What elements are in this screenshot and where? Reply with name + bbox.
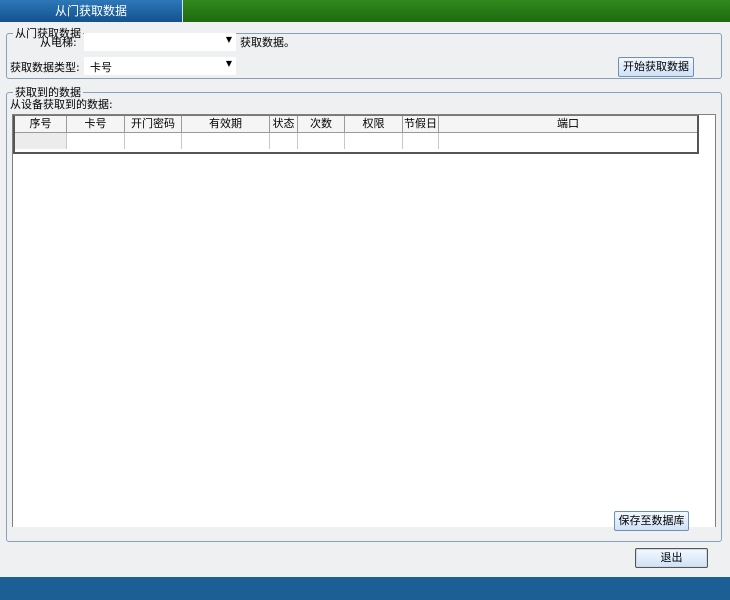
- main-content: 从门获取数据 从电梯: ▼ 获取数据。 获取数据类型: 卡号 ▼ 开始获取数据 …: [0, 22, 730, 577]
- data-grid-table: 序号 卡号 开门密码 有效期 状态 次数 权限 节假日 端口: [13, 115, 699, 154]
- table-row-cell[interactable]: [298, 133, 345, 149]
- table-row-cell[interactable]: [403, 133, 439, 149]
- table-row-cell[interactable]: [270, 133, 298, 149]
- column-header-door-password[interactable]: 开门密码: [125, 116, 182, 133]
- column-header-port[interactable]: 端口: [439, 116, 697, 133]
- elevator-select[interactable]: ▼: [84, 33, 236, 51]
- exit-button[interactable]: 退出: [635, 548, 708, 568]
- column-header-permission[interactable]: 权限: [345, 116, 403, 133]
- fetch-hint-text: 获取数据。: [240, 36, 295, 49]
- data-grid[interactable]: 序号 卡号 开门密码 有效期 状态 次数 权限 节假日 端口: [12, 114, 716, 527]
- table-row-cell[interactable]: [182, 133, 270, 149]
- table-row-cell[interactable]: [345, 133, 403, 149]
- fetched-data-caption: 从设备获取到的数据:: [10, 98, 113, 111]
- table-row-cell[interactable]: [67, 133, 125, 149]
- window-title-tab[interactable]: 从门获取数据: [0, 0, 183, 22]
- start-fetch-button[interactable]: 开始获取数据: [618, 57, 694, 77]
- data-type-select-value: 卡号: [90, 61, 112, 74]
- dropdown-arrow-icon: ▼: [225, 59, 232, 68]
- column-header-status[interactable]: 状态: [270, 116, 298, 133]
- column-header-index[interactable]: 序号: [15, 116, 67, 133]
- elevator-label: 从电梯:: [40, 36, 77, 49]
- data-type-select[interactable]: 卡号 ▼: [84, 57, 236, 75]
- column-header-valid-period[interactable]: 有效期: [182, 116, 270, 133]
- column-header-count[interactable]: 次数: [298, 116, 345, 133]
- column-header-holiday[interactable]: 节假日: [403, 116, 439, 133]
- column-header-card-number[interactable]: 卡号: [67, 116, 125, 133]
- bottom-bar: [0, 577, 730, 600]
- data-type-label: 获取数据类型:: [10, 61, 80, 74]
- table-row-cell[interactable]: [15, 133, 67, 149]
- table-row-cell[interactable]: [439, 133, 697, 149]
- save-to-database-button[interactable]: 保存至数据库: [614, 511, 689, 531]
- table-row-cell[interactable]: [125, 133, 182, 149]
- dropdown-arrow-icon: ▼: [225, 35, 232, 44]
